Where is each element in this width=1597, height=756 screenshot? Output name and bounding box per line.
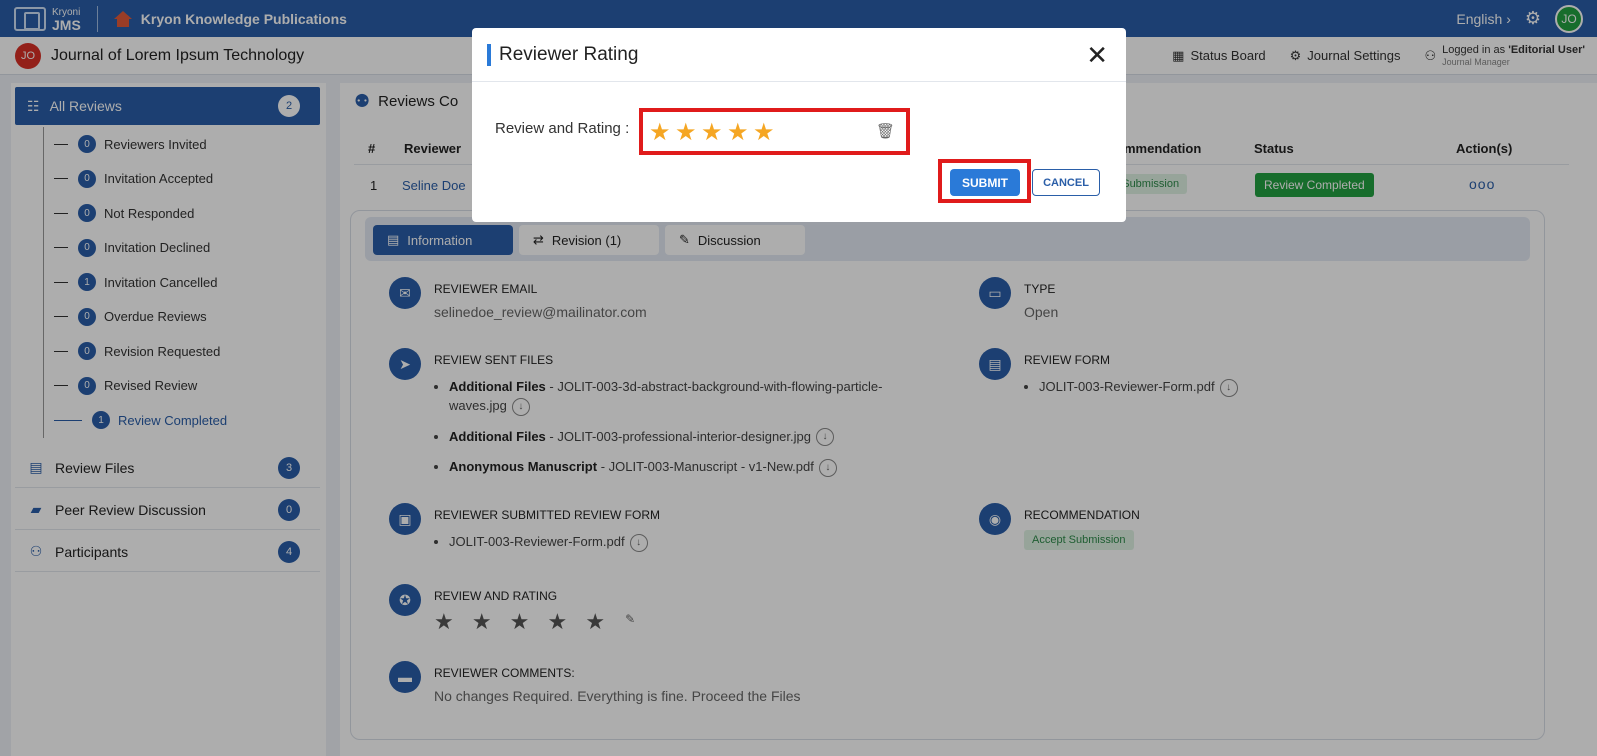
dialog-title: Reviewer Rating bbox=[499, 44, 639, 65]
reviewer-rating-dialog: Reviewer Rating ✕ Review and Rating : ★ … bbox=[472, 28, 1126, 222]
star-2-icon[interactable]: ★ bbox=[675, 118, 697, 147]
star-3-icon[interactable]: ★ bbox=[701, 118, 723, 147]
star-1-icon[interactable]: ★ bbox=[649, 118, 671, 147]
star-5-icon[interactable]: ★ bbox=[753, 118, 775, 147]
rating-input: ★ ★ ★ ★ ★ 🗑 bbox=[639, 108, 910, 155]
cancel-button[interactable]: CANCEL bbox=[1032, 169, 1100, 196]
close-icon[interactable]: ✕ bbox=[1086, 42, 1108, 68]
trash-icon[interactable]: 🗑 bbox=[876, 122, 895, 140]
submit-button[interactable]: SUBMIT bbox=[950, 169, 1020, 196]
rating-label: Review and Rating : bbox=[495, 120, 630, 137]
title-accent bbox=[487, 44, 491, 66]
star-4-icon[interactable]: ★ bbox=[727, 118, 749, 147]
